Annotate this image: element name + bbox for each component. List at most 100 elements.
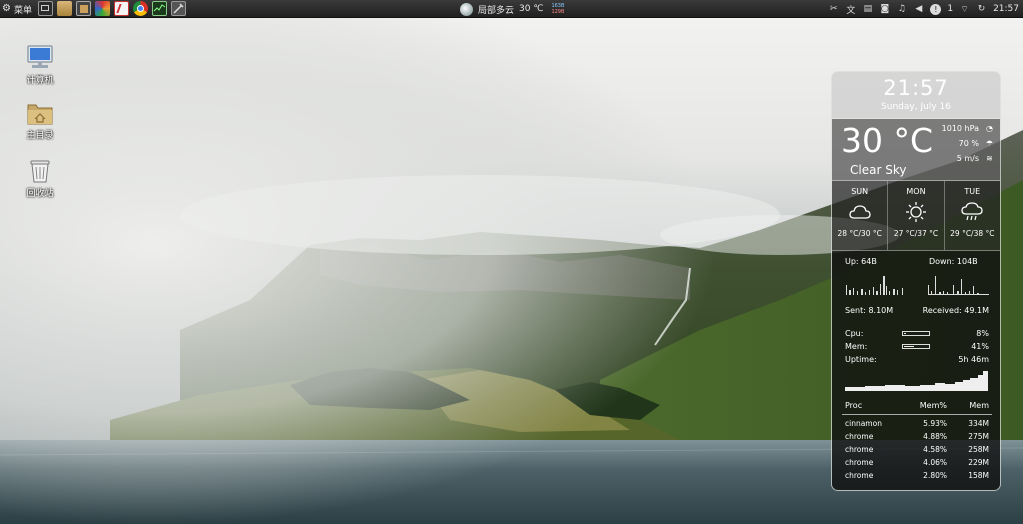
alert-icon[interactable]: ! [930,3,942,15]
taskbar-app-icon[interactable] [76,1,91,16]
mem-bar [902,344,930,349]
forecast-day-name: SUN [851,187,869,196]
upload-graph [846,276,903,295]
divider [842,414,992,415]
proc-header-name: Proc [845,401,863,410]
forecast-range: 29 °C/38 °C [950,229,995,238]
widget-date: Sunday, July 16 [881,102,951,112]
sun-icon [888,198,943,226]
translate-icon[interactable]: 文 [845,4,856,16]
mem-bar-fill [904,346,914,347]
settings-launcher-icon[interactable] [171,1,186,16]
partly-cloudy-icon [460,2,473,16]
process-mem-pct: 5.93% [923,419,947,428]
network-graphs [846,276,989,295]
net-down-speed: 129B [551,9,565,15]
rain-cloud-icon [945,198,1000,226]
net-received-label: Received: 49.1M [922,306,989,315]
camera-icon[interactable]: ◙ [879,4,890,15]
proc-header-pct: Mem% [919,401,947,410]
terminal-launcher-icon[interactable] [38,1,53,16]
home-folder-icon [27,104,53,125]
system-info-widget: 21:57 Sunday, July 16 30 °C Clear Sky 10… [831,71,1001,491]
current-condition: Clear Sky [850,163,907,177]
process-row: chrome 4.06% 229M [845,458,989,467]
process-mem: 158M [968,471,989,480]
process-name: chrome [845,471,874,480]
top-panel: ⚙ 菜单 局部多云 30 ℃ 163B 129B ✂ 文 ▤ ◙ ♫ ◀ ! 1… [0,0,1023,18]
system-tray: ✂ 文 ▤ ◙ ♫ ◀ ! 1 ⌔ ↻ 21:57 [828,1,1019,17]
cpu-history-graph [845,371,988,391]
wind-value: 5 m/s [956,154,979,163]
process-mem-pct: 4.58% [923,445,947,454]
uptime-value: 5h 46m [958,355,989,364]
process-table-header: Proc Mem% Mem [845,401,989,410]
cloud-icon [832,198,887,226]
computer-icon [27,45,53,68]
weather-applet[interactable]: 局部多云 30 ℃ 163B 129B [460,1,564,17]
panel-launchers [38,1,186,16]
process-mem-pct: 2.80% [923,471,947,480]
music-icon[interactable]: ♫ [896,4,907,15]
forecast-day-name: MON [906,187,926,196]
menu-gear-icon: ⚙ [2,3,11,14]
widget-clock: 21:57 Sunday, July 16 [832,72,1000,119]
forecast-range: 28 °C/30 °C [837,229,882,238]
notification-count[interactable]: 1 [947,4,953,14]
cpu-label: Cpu: [845,329,864,338]
forecast-day-name: TUE [964,187,981,196]
weather-applet-condition: 局部多云 [478,5,515,16]
main-menu-button[interactable]: ⚙ 菜单 [2,3,32,16]
note-icon[interactable]: ▤ [862,4,873,15]
wifi-icon[interactable]: ⌔ [959,4,970,15]
process-row: chrome 4.88% 275M [845,432,989,441]
forecast-range: 27 °C/37 °C [893,229,939,238]
desktop-icon-home[interactable]: 主目录 [20,100,60,141]
current-temperature: 30 °C [841,121,934,160]
main-menu-label: 菜单 [13,5,32,16]
download-graph [928,276,989,295]
mem-label: Mem: [845,342,868,351]
process-row: chrome 4.58% 258M [845,445,989,454]
net-down-label: Down: 104B [929,257,978,266]
process-name: chrome [845,432,874,441]
desktop-icon-computer[interactable]: 计算机 [20,43,60,86]
cpu-bar-fill [904,333,906,334]
tools-icon[interactable]: ✂ [828,4,839,15]
proc-header-mem: Mem [969,401,989,410]
pressure-gauge-icon: ◔ [986,124,993,133]
desktop-icon-label: 计算机 [26,76,54,86]
process-mem-pct: 4.06% [923,458,947,467]
desktop-icon-trash[interactable]: 回收站 [20,156,60,199]
uptime-label: Uptime: [845,355,877,364]
text-editor-icon[interactable] [114,1,129,16]
process-name: cinnamon [845,419,882,428]
process-mem-pct: 4.88% [923,432,947,441]
desktop-icon-label: 主目录 [26,131,54,141]
weather-stats: 1010 hPa ◔ 70 % ☂ 5 m/s ≋ [942,121,994,166]
chrome-icon[interactable] [133,1,148,16]
system-monitor: Up: 64B Down: 104B Sent: 8.10M Received:… [832,251,1000,490]
volume-icon[interactable]: ◀ [913,4,924,15]
color-app-icon[interactable] [95,1,110,16]
process-row: chrome 2.80% 158M [845,471,989,480]
mem-row: Mem: 41% [845,342,989,351]
panel-clock[interactable]: 21:57 [993,4,1019,14]
system-monitor-icon[interactable] [152,1,167,16]
mem-value: 41% [971,342,989,351]
process-name: chrome [845,458,874,467]
update-icon[interactable]: ↻ [976,4,987,15]
cpu-value: 8% [976,329,989,338]
forecast-day: TUE 29 °C/38 °C [945,181,1000,250]
files-launcher-icon[interactable] [57,1,72,16]
process-mem: 275M [968,432,989,441]
weather-applet-temp: 30 ℃ [519,4,544,14]
process-row: cinnamon 5.93% 334M [845,419,989,428]
forecast-day: MON 27 °C/37 °C [888,181,945,250]
process-name: chrome [845,445,874,454]
net-sent-label: Sent: 8.10M [845,306,894,315]
process-mem: 258M [968,445,989,454]
forecast: SUN 28 °C/30 °C MON 27 °C/37 °C TUE 29 °… [832,181,1000,251]
net-speed-applet: 163B 129B [551,3,564,15]
current-weather: 30 °C Clear Sky 1010 hPa ◔ 70 % ☂ 5 m/s ≋ [832,119,1000,181]
